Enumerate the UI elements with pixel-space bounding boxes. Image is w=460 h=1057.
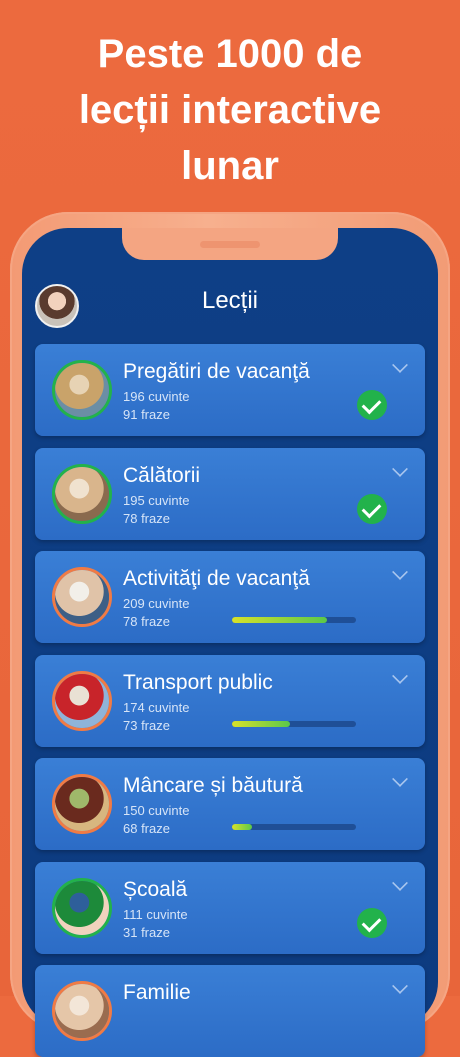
lesson-thumbnail bbox=[52, 671, 112, 731]
chevron-down-icon[interactable] bbox=[392, 564, 408, 580]
screen-title: Lecții bbox=[201, 287, 259, 314]
lesson-thumbnail bbox=[52, 567, 112, 627]
lesson-title: Școală bbox=[123, 878, 188, 901]
lesson-title: Familie bbox=[123, 981, 191, 1004]
lesson-progress-bar bbox=[232, 824, 356, 830]
lesson-card[interactable]: Transport public 174 cuvinte 73 fraze bbox=[35, 655, 425, 747]
chevron-down-icon[interactable] bbox=[392, 875, 408, 891]
lesson-title: Pregătiri de vacanţă bbox=[123, 360, 310, 383]
lesson-card[interactable]: Mâncare și băutură 150 cuvinte 68 fraze bbox=[35, 758, 425, 850]
chevron-down-icon[interactable] bbox=[392, 771, 408, 787]
headline-line-1: Peste 1000 de bbox=[97, 32, 363, 76]
lesson-thumbnail bbox=[52, 878, 112, 938]
lesson-phrase-count: 31 fraze bbox=[123, 925, 170, 940]
chevron-down-icon[interactable] bbox=[392, 668, 408, 684]
lesson-title: Activităţi de vacanţă bbox=[123, 567, 310, 590]
lesson-card[interactable]: Familie bbox=[35, 965, 425, 1057]
check-icon bbox=[357, 390, 387, 420]
lesson-phrase-count: 78 fraze bbox=[123, 511, 170, 526]
lesson-thumbnail bbox=[52, 774, 112, 834]
lesson-word-count: 209 cuvinte bbox=[123, 596, 190, 611]
lesson-thumbnail bbox=[52, 981, 112, 1041]
lesson-progress-fill bbox=[232, 824, 252, 830]
lesson-word-count: 196 cuvinte bbox=[123, 389, 190, 404]
lesson-word-count: 150 cuvinte bbox=[123, 803, 190, 818]
check-icon bbox=[357, 494, 387, 524]
phone-speaker bbox=[200, 241, 260, 248]
headline-line-2: lecții interactive bbox=[78, 88, 382, 132]
lesson-title: Călătorii bbox=[123, 464, 201, 487]
lesson-title: Mâncare și băutură bbox=[123, 774, 303, 797]
lesson-word-count: 195 cuvinte bbox=[123, 493, 190, 508]
chevron-down-icon[interactable] bbox=[392, 461, 408, 477]
headline-line-3: lunar bbox=[181, 144, 279, 188]
lesson-phrase-count: 78 fraze bbox=[123, 614, 170, 629]
lesson-word-count: 174 cuvinte bbox=[123, 700, 190, 715]
chevron-down-icon[interactable] bbox=[392, 357, 408, 373]
lesson-progress-bar bbox=[232, 617, 356, 623]
lesson-card[interactable]: Activităţi de vacanţă 209 cuvinte 78 fraze bbox=[35, 551, 425, 643]
lesson-phrase-count: 73 fraze bbox=[123, 718, 170, 733]
check-icon bbox=[357, 908, 387, 938]
chevron-down-icon[interactable] bbox=[392, 978, 408, 994]
lesson-word-count: 111 cuvinte bbox=[123, 907, 188, 922]
lesson-progress-fill bbox=[232, 721, 291, 727]
lesson-card[interactable]: Pregătiri de vacanţă 196 cuvinte 91 fraze bbox=[35, 344, 425, 436]
lesson-thumbnail bbox=[52, 360, 112, 420]
lesson-card[interactable]: Școală 111 cuvinte 31 fraze bbox=[35, 862, 425, 954]
lesson-phrase-count: 91 fraze bbox=[123, 407, 170, 422]
lesson-card[interactable]: Călătorii 195 cuvinte 78 fraze bbox=[35, 448, 425, 540]
lesson-progress-fill bbox=[232, 617, 328, 623]
lesson-thumbnail bbox=[52, 464, 112, 524]
lesson-progress-bar bbox=[232, 721, 356, 727]
lesson-phrase-count: 68 fraze bbox=[123, 821, 170, 836]
headline: Peste 1000 de lecții interactive lunar bbox=[0, 26, 460, 194]
lesson-title: Transport public bbox=[123, 671, 273, 694]
